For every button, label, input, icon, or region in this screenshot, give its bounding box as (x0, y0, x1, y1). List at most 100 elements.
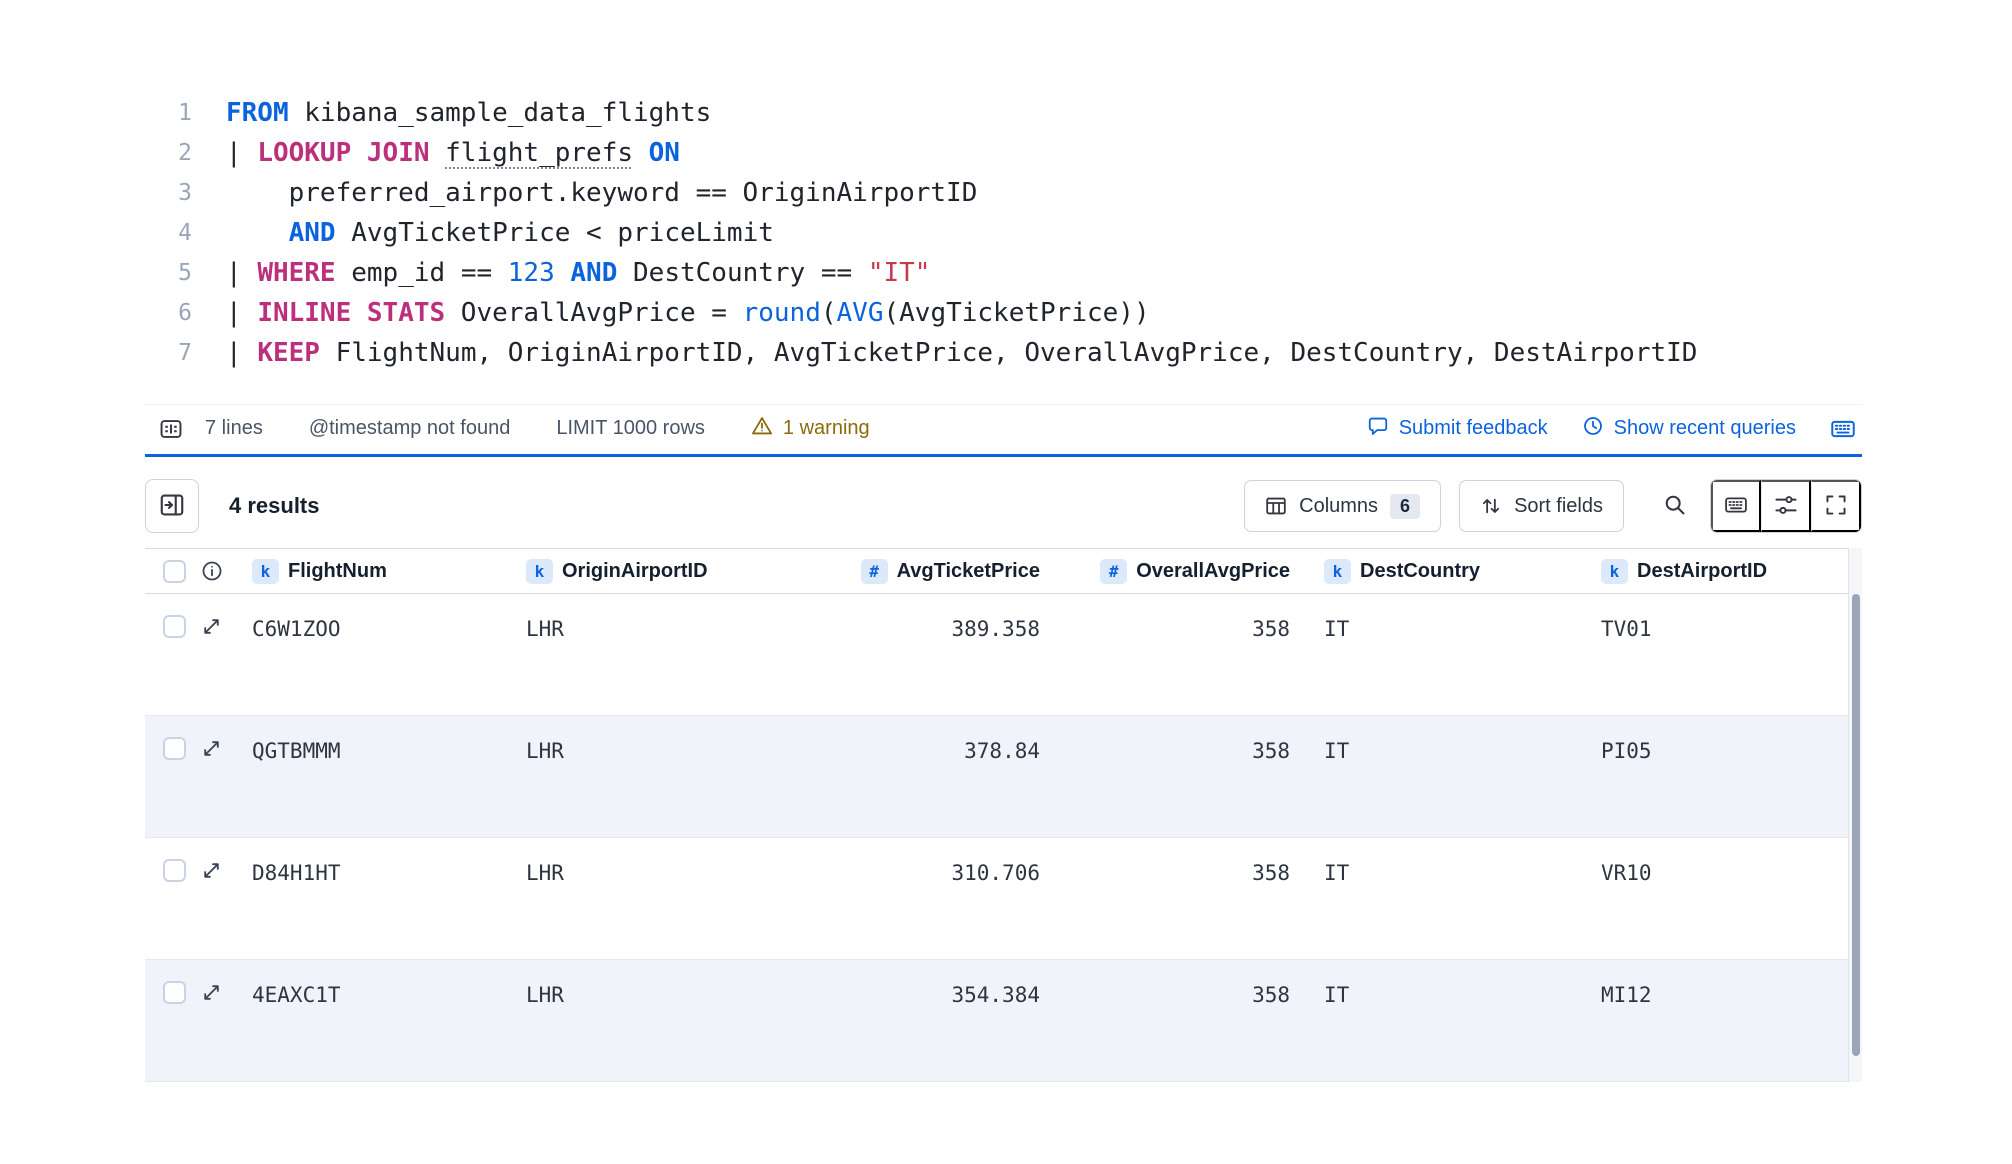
column-label: OriginAirportID (562, 560, 708, 583)
submit-feedback-link[interactable]: Submit feedback (1367, 415, 1548, 443)
line-number: 6 (148, 293, 192, 333)
columns-button-label: Columns (1299, 495, 1378, 518)
column-label: DestAirportID (1637, 560, 1767, 583)
column-header-OriginAirportID[interactable]: k OriginAirportID (526, 559, 842, 584)
column-header-AvgTicketPrice[interactable]: #AvgTicketPrice (842, 559, 1056, 584)
cell-OverallAvgPrice: 358 (1056, 960, 1306, 1081)
table-row: D84H1HTLHR310.706358ITVR10 (145, 838, 1848, 960)
code-line[interactable]: 7| KEEP FlightNum, OriginAirportID, AvgT… (148, 333, 1697, 373)
keyword-type-icon: k (1601, 559, 1628, 584)
editor-statusbar: 7 lines @timestamp not found LIMIT 1000 … (145, 404, 1862, 452)
editor-resize-handle[interactable] (145, 454, 1862, 457)
row-checkbox[interactable] (163, 615, 186, 638)
cell-AvgTicketPrice: 354.384 (842, 960, 1056, 1081)
show-recent-queries-link[interactable]: Show recent queries (1582, 415, 1796, 443)
info-icon[interactable] (201, 560, 223, 582)
cell-DestAirportID: PI05 (1583, 716, 1848, 837)
row-checkbox[interactable] (163, 737, 186, 760)
cell-OriginAirportID: LHR (526, 838, 842, 959)
row-checkbox[interactable] (163, 981, 186, 1004)
column-header-DestCountry[interactable]: kDestCountry (1306, 559, 1583, 584)
columns-icon (1265, 495, 1287, 517)
cell-FlightNum: 4EAXC1T (252, 960, 526, 1081)
table-header-row: k FlightNum k OriginAirportID #AvgTicketPric… (145, 548, 1848, 594)
feedback-icon (1367, 415, 1389, 443)
code-line[interactable]: 5| WHERE emp_id == 123 AND DestCountry =… (148, 253, 1697, 293)
numeric-type-icon: # (1100, 559, 1127, 584)
display-options-button[interactable] (1761, 480, 1811, 532)
discover-esql-view: 1FROM kibana_sample_data_flights2| LOOKU… (0, 0, 2012, 1164)
fullscreen-button[interactable] (1811, 480, 1861, 532)
line-number: 5 (148, 253, 192, 293)
cell-OverallAvgPrice: 358 (1056, 716, 1306, 837)
warning-icon (751, 415, 773, 443)
limit-rows: LIMIT 1000 rows (556, 417, 705, 440)
esql-icon[interactable] (159, 417, 183, 441)
scrollbar-thumb[interactable] (1852, 594, 1860, 1056)
column-label: OverallAvgPrice (1136, 560, 1290, 583)
cell-DestAirportID: VR10 (1583, 838, 1848, 959)
sort-fields-button[interactable]: Sort fields (1459, 480, 1624, 532)
search-button[interactable] (1650, 480, 1700, 532)
sort-icon (1480, 495, 1502, 517)
line-number: 4 (148, 213, 192, 253)
cell-FlightNum: D84H1HT (252, 838, 526, 959)
expand-row-icon[interactable] (201, 616, 222, 637)
column-header-OverallAvgPrice[interactable]: # OverallAvgPrice (1056, 559, 1306, 584)
cell-DestCountry: IT (1306, 716, 1583, 837)
cell-DestCountry: IT (1306, 838, 1583, 959)
column-header-DestAirportID[interactable]: k DestAirportID (1583, 559, 1848, 584)
row-control-cell (145, 960, 252, 1081)
results-toolbar: 4 results Columns 6 Sort fields (145, 478, 1862, 534)
expand-row-icon[interactable] (201, 738, 222, 759)
numeric-type-icon: # (861, 559, 888, 584)
fullscreen-icon (1825, 494, 1847, 519)
esql-query-editor[interactable]: 1FROM kibana_sample_data_flights2| LOOKU… (148, 93, 1697, 373)
cell-OriginAirportID: LHR (526, 594, 842, 715)
submit-feedback-label: Submit feedback (1399, 417, 1548, 440)
cell-AvgTicketPrice: 389.358 (842, 594, 1056, 715)
code-line[interactable]: 1FROM kibana_sample_data_flights (148, 93, 1697, 133)
code-line[interactable]: 2| LOOKUP JOIN flight_prefs ON (148, 133, 1697, 173)
cell-OriginAirportID: LHR (526, 960, 842, 1081)
keyboard-shortcuts-icon[interactable] (1830, 416, 1856, 442)
table-body: C6W1ZOOLHR389.358358ITTV01QGTBMMMLHR378.… (145, 594, 1848, 1082)
column-label: FlightNum (288, 560, 387, 583)
row-checkbox[interactable] (163, 859, 186, 882)
search-icon (1663, 493, 1687, 520)
code-line[interactable]: 6| INLINE STATS OverallAvgPrice = round(… (148, 293, 1697, 333)
panel-toggle-button[interactable] (145, 479, 199, 533)
cell-FlightNum: C6W1ZOO (252, 594, 526, 715)
cell-AvgTicketPrice: 310.706 (842, 838, 1056, 959)
select-all-checkbox[interactable] (163, 560, 186, 583)
expand-row-icon[interactable] (201, 860, 222, 881)
columns-button[interactable]: Columns 6 (1244, 480, 1441, 532)
code-line[interactable]: 4 AND AvgTicketPrice < priceLimit (148, 213, 1697, 253)
row-control-cell (145, 716, 252, 837)
table-row: 4EAXC1TLHR354.384358ITMI12 (145, 960, 1848, 1082)
line-number: 1 (148, 93, 192, 133)
keyword-type-icon: k (526, 559, 553, 584)
grid-options-group (1710, 479, 1862, 533)
cell-DestAirportID: MI12 (1583, 960, 1848, 1081)
keyboard-button[interactable] (1711, 480, 1761, 532)
line-number: 2 (148, 133, 192, 173)
header-control-cell (145, 560, 252, 583)
clock-icon (1582, 415, 1604, 443)
keyword-type-icon: k (252, 559, 279, 584)
expand-row-icon[interactable] (201, 982, 222, 1003)
code-line[interactable]: 3 preferred_airport.keyword == OriginAir… (148, 173, 1697, 213)
show-recent-queries-label: Show recent queries (1614, 417, 1796, 440)
column-header-FlightNum[interactable]: k FlightNum (252, 559, 526, 584)
line-count: 7 lines (205, 417, 263, 440)
column-label: DestCountry (1360, 560, 1480, 583)
line-number: 3 (148, 173, 192, 213)
cell-DestCountry: IT (1306, 594, 1583, 715)
cell-DestCountry: IT (1306, 960, 1583, 1081)
results-table: k FlightNum k OriginAirportID #AvgTicketPric… (145, 548, 1848, 1082)
table-row: QGTBMMMLHR378.84358ITPI05 (145, 716, 1848, 838)
cell-OverallAvgPrice: 358 (1056, 838, 1306, 959)
warning-indicator[interactable]: 1 warning (751, 415, 870, 443)
warning-label: 1 warning (783, 417, 870, 440)
results-count: 4 results (229, 493, 320, 519)
